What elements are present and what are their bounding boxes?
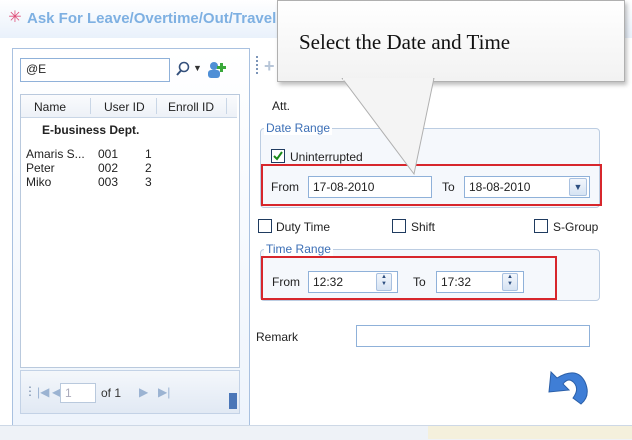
s-group-checkbox[interactable] (534, 219, 548, 233)
column-divider (226, 98, 227, 114)
search-input-value: @E (26, 62, 47, 76)
callout-pointer (341, 78, 435, 176)
plus-icon[interactable]: + (264, 57, 275, 75)
duty-time-label: Duty Time (276, 220, 331, 234)
s-group-label: S-Group (553, 220, 599, 234)
row-name: Peter (26, 161, 55, 175)
shift-label: Shift (411, 220, 436, 234)
uninterrupted-checkbox[interactable] (271, 149, 285, 163)
time-to-label: To (413, 275, 426, 289)
back-arrow-icon[interactable] (543, 360, 593, 408)
row-enroll-id: 2 (145, 161, 152, 175)
date-to-label: To (442, 180, 455, 194)
add-user-icon[interactable] (205, 60, 227, 80)
callout-text: Select the Date and Time (299, 30, 511, 54)
duty-time-checkbox[interactable] (258, 219, 272, 233)
window-title: Ask For Leave/Overtime/Out/Travel (27, 10, 277, 27)
date-to-value: 18-08-2010 (469, 180, 531, 194)
table-row[interactable]: Miko 003 3 (0, 175, 240, 189)
next-page-icon[interactable]: ▶ (139, 385, 148, 399)
date-from-picker[interactable]: 17-08-2010 (308, 176, 432, 198)
remark-label: Remark (256, 330, 299, 344)
search-icon[interactable] (174, 60, 192, 78)
column-divider (90, 98, 91, 114)
column-divider (156, 98, 157, 114)
column-header-enroll-id[interactable]: Enroll ID (168, 100, 214, 114)
time-to-value: 17:32 (441, 275, 472, 289)
page-number-input[interactable]: 1 (60, 383, 96, 403)
chevron-down-icon[interactable]: ▼ (193, 63, 202, 73)
status-bar-right (428, 426, 632, 439)
checkmark-icon (273, 151, 283, 161)
column-header-name[interactable]: Name (34, 100, 66, 114)
date-from-value: 17-08-2010 (313, 180, 375, 194)
first-page-icon[interactable]: |◀ (37, 385, 49, 399)
shift-checkbox[interactable] (392, 219, 406, 233)
att-label: Att. (272, 99, 291, 113)
app-icon: ✳ (8, 9, 22, 26)
table-row[interactable]: Amaris S... 001 1 (0, 147, 240, 161)
pager-overflow-button[interactable] (229, 393, 237, 409)
page-number-value: 1 (65, 386, 72, 400)
department-group[interactable]: E-business Dept. (42, 123, 139, 137)
date-range-legend: Date Range (264, 121, 333, 135)
chevron-down-icon[interactable]: ▼ (569, 178, 587, 196)
toolbar-grip: ⋮ (24, 384, 36, 398)
column-header-user-id[interactable]: User ID (104, 100, 145, 114)
toolbar-grip (256, 56, 262, 74)
page-count: of 1 (101, 386, 122, 400)
row-user-id: 001 (98, 147, 119, 161)
table-row[interactable]: Peter 002 2 (0, 161, 240, 175)
row-name: Miko (26, 175, 52, 189)
row-enroll-id: 3 (145, 175, 152, 189)
time-range-legend: Time Range (264, 242, 333, 256)
remark-input[interactable] (356, 325, 590, 347)
row-enroll-id: 1 (145, 147, 152, 161)
time-from-label: From (272, 275, 300, 289)
row-name: Amaris S... (26, 147, 85, 161)
last-page-icon[interactable]: ▶| (158, 385, 170, 399)
row-user-id: 002 (98, 161, 119, 175)
time-to-spinner[interactable]: ▲ ▼ (502, 273, 518, 291)
date-from-label: From (271, 180, 299, 194)
row-user-id: 003 (98, 175, 119, 189)
time-from-value: 12:32 (313, 275, 344, 289)
time-from-spinner[interactable]: ▲ ▼ (376, 273, 392, 291)
